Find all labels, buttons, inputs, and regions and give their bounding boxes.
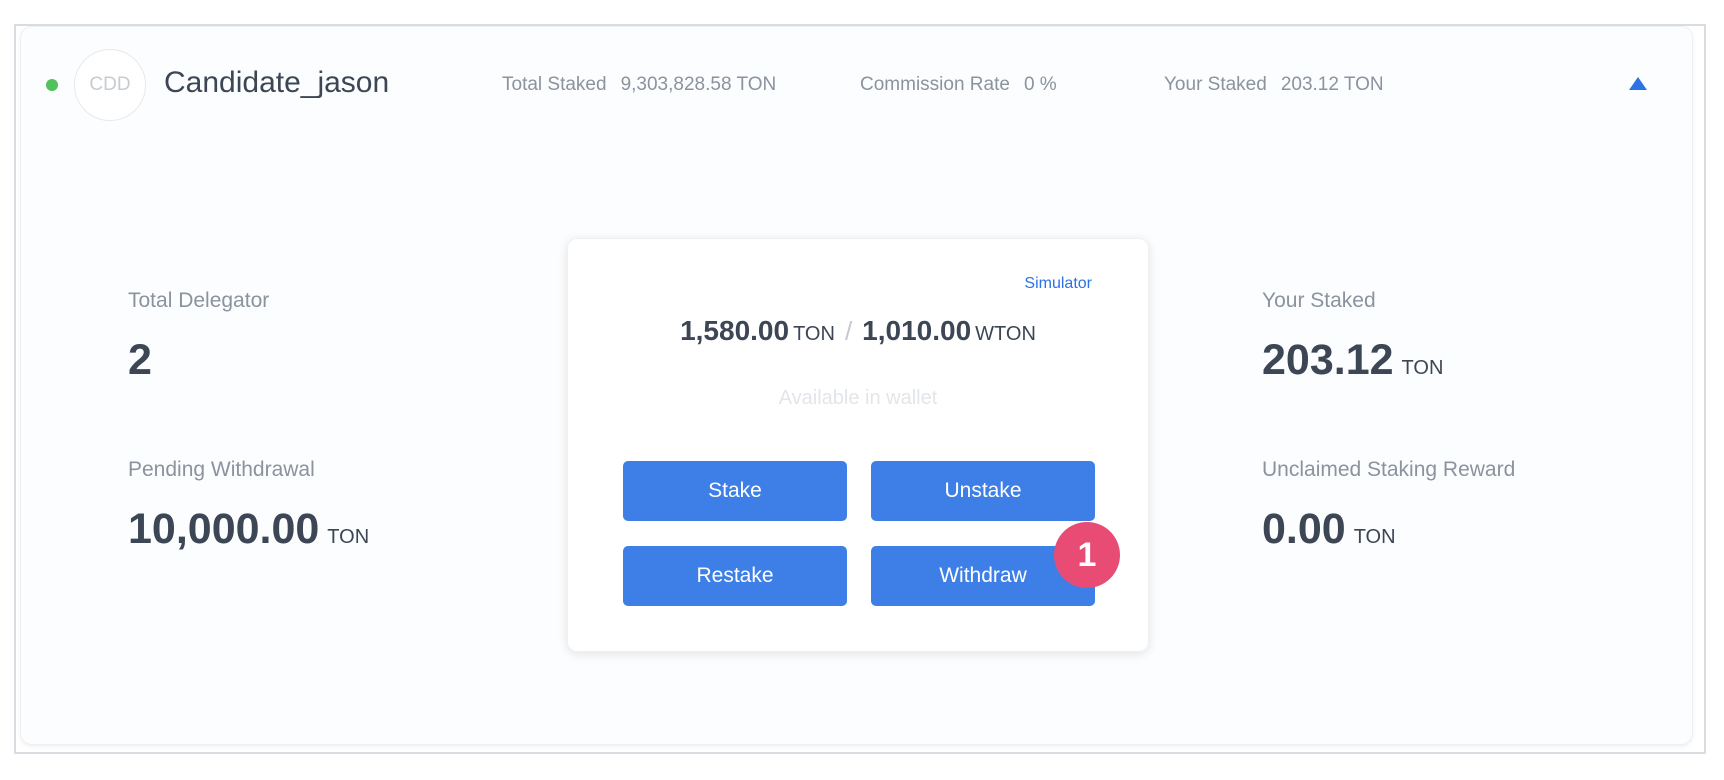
pending-withdrawal-number: 10,000.00 xyxy=(128,505,320,553)
pending-withdrawal-unit: TON xyxy=(327,526,370,548)
your-staked-label: Your Staked xyxy=(1262,289,1376,312)
avatar: CDD xyxy=(74,49,146,121)
total-delegator-number: 2 xyxy=(128,336,152,384)
ton-unit: TON xyxy=(793,323,835,345)
restake-button[interactable]: Restake xyxy=(623,546,847,606)
total-delegator-value: 2 xyxy=(128,336,152,385)
header-your-staked-value: 203.12 TON xyxy=(1280,74,1384,95)
unclaimed-reward-unit: TON xyxy=(1353,526,1396,548)
your-staked-number: 203.12 xyxy=(1262,336,1394,384)
header-total-staked: Total Staked 9,303,828.58 TON xyxy=(502,74,776,96)
candidate-name: Candidate_jason xyxy=(164,66,390,99)
avatar-text: CDD xyxy=(89,74,131,95)
commission-rate-label: Commission Rate xyxy=(860,74,1010,95)
status-indicator xyxy=(46,79,58,91)
balance-separator: / xyxy=(844,316,853,346)
ton-balance: 1,580.00 xyxy=(680,315,790,346)
header-your-staked-label: Your Staked xyxy=(1164,74,1267,95)
simulator-link[interactable]: Simulator xyxy=(1024,275,1092,293)
total-staked-label: Total Staked xyxy=(502,74,607,95)
header-your-staked: Your Staked 203.12 TON xyxy=(1164,74,1384,96)
your-staked-value: 203.12 TON xyxy=(1262,336,1443,385)
pending-withdrawal-value: 10,000.00 TON xyxy=(128,505,369,554)
unclaimed-reward-value: 0.00 TON xyxy=(1262,505,1396,554)
triangle-up-icon[interactable] xyxy=(1629,77,1647,90)
stake-button[interactable]: Stake xyxy=(623,461,847,521)
staking-action-panel: Simulator 1,580.00 TON / 1,010.00 WTON Avail… xyxy=(567,238,1149,652)
wton-balance: 1,010.00 xyxy=(862,315,972,346)
wallet-balance: 1,580.00 TON / 1,010.00 WTON xyxy=(568,315,1148,347)
step-number-badge: 1 xyxy=(1054,522,1120,588)
unclaimed-reward-number: 0.00 xyxy=(1262,505,1346,553)
wton-unit: WTON xyxy=(975,323,1036,345)
available-in-wallet-label: Available in wallet xyxy=(778,387,938,409)
commission-rate-value: 0 % xyxy=(1023,74,1057,95)
total-delegator-label: Total Delegator xyxy=(128,289,270,312)
header-commission-rate: Commission Rate 0 % xyxy=(860,74,1057,96)
pending-withdrawal-label: Pending Withdrawal xyxy=(128,458,315,481)
your-staked-unit: TON xyxy=(1401,357,1444,379)
unstake-button[interactable]: Unstake xyxy=(871,461,1095,521)
total-staked-value: 9,303,828.58 TON xyxy=(620,74,777,95)
unclaimed-reward-label: Unclaimed Staking Reward xyxy=(1262,458,1516,481)
